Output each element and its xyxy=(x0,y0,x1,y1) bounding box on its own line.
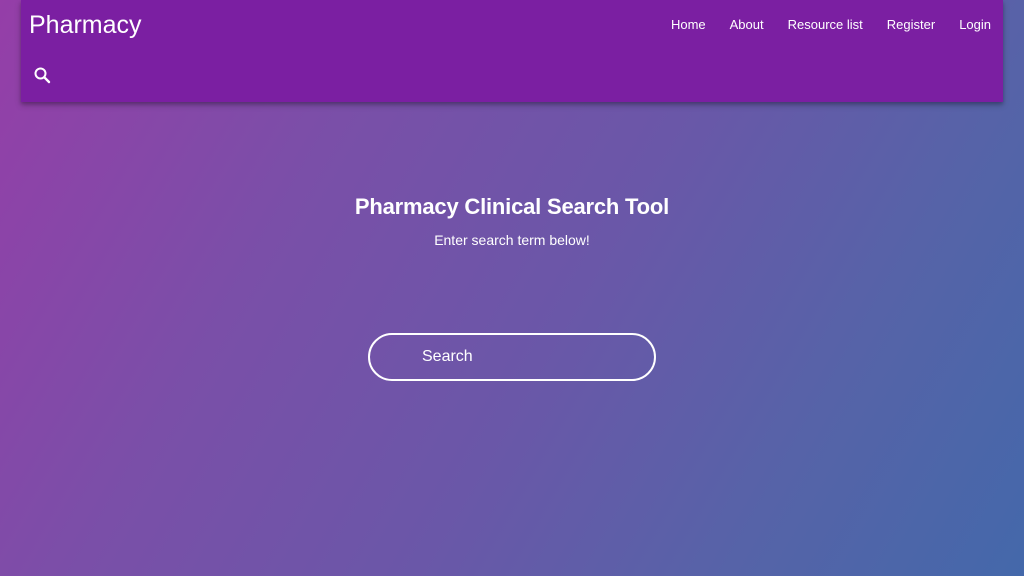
search-input[interactable] xyxy=(368,333,656,381)
nav-link-resource-list[interactable]: Resource list xyxy=(788,16,863,34)
nav-link-login[interactable]: Login xyxy=(959,16,991,34)
page-title: Pharmacy Clinical Search Tool xyxy=(354,194,670,219)
nav-links: Home About Resource list Register Login xyxy=(647,16,991,34)
brand-link[interactable]: Pharmacy xyxy=(29,10,142,40)
search-icon[interactable] xyxy=(33,66,53,86)
nav-link-home[interactable]: Home xyxy=(671,16,706,34)
nav-link-register[interactable]: Register xyxy=(887,16,935,34)
navbar: Pharmacy Home About Resource list Regist… xyxy=(21,0,1003,102)
page-subtitle: Enter search term below! xyxy=(434,232,590,248)
nav-link-about[interactable]: About xyxy=(730,16,764,34)
hero: Pharmacy Clinical Search Tool Enter sear… xyxy=(0,190,1024,250)
